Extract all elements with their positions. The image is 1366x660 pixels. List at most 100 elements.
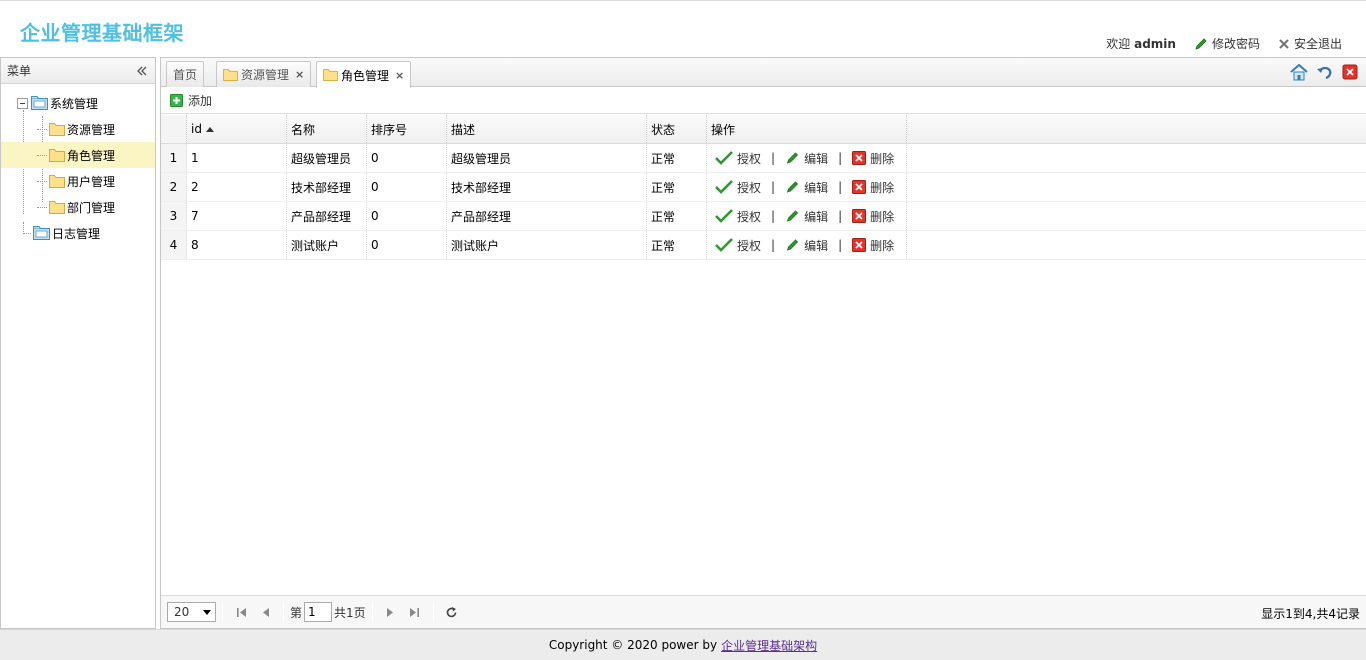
tab-label: 首页 (173, 68, 198, 82)
column-header-name[interactable]: 名称 (287, 115, 367, 143)
grant-button[interactable]: 授权 (715, 179, 761, 196)
column-header-desc[interactable]: 描述 (447, 115, 647, 143)
delete-button[interactable]: 删除 (852, 179, 894, 196)
refresh-tab-button[interactable] (1316, 64, 1334, 81)
welcome-text: 欢迎 admin (1106, 35, 1176, 52)
grant-button[interactable]: 授权 (715, 208, 761, 225)
tab-bar: 首页 资源管理 × 角色管理 × (161, 58, 1366, 88)
add-button[interactable]: 添加 (170, 92, 212, 109)
grant-label: 授权 (737, 151, 762, 166)
column-header-label: 排序号 (371, 122, 408, 137)
delete-button[interactable]: 删除 (852, 150, 894, 167)
first-page-button[interactable] (231, 602, 251, 622)
collapse-toggle-icon[interactable] (17, 97, 28, 109)
delete-button[interactable]: 删除 (852, 237, 894, 254)
check-icon (715, 151, 733, 165)
edit-button[interactable]: 编辑 (785, 208, 828, 225)
delete-label: 删除 (870, 180, 895, 195)
tree-node-label: 日志管理 (52, 226, 101, 241)
next-page-button[interactable] (381, 602, 401, 622)
edit-button[interactable]: 编辑 (785, 150, 828, 167)
cell-status: 正常 (647, 231, 707, 259)
tree-node-system[interactable]: 系统管理 (1, 90, 155, 116)
tree-node-users[interactable]: 用户管理 (1, 168, 155, 194)
welcome-prefix: 欢迎 (1106, 37, 1131, 51)
folder-icon (49, 122, 65, 136)
delete-button[interactable]: 删除 (852, 208, 894, 225)
cell-sort: 0 (367, 173, 447, 201)
column-header-id[interactable]: id (187, 115, 287, 143)
tab-roles[interactable]: 角色管理 × (316, 61, 412, 88)
next-page-icon (387, 607, 394, 617)
row-number-header (161, 115, 187, 143)
tab-home[interactable]: 首页 (166, 61, 205, 87)
close-all-tabs-button[interactable] (1342, 64, 1358, 81)
edit-label: 编辑 (804, 151, 829, 166)
tree-node-departments[interactable]: 部门管理 (1, 194, 155, 220)
row-number: 4 (161, 231, 187, 259)
tree-node-roles[interactable]: 角色管理 (1, 142, 155, 168)
cell-id: 1 (187, 144, 287, 172)
tree-node-resources[interactable]: 资源管理 (1, 116, 155, 142)
change-password-link[interactable]: 修改密码 (1194, 35, 1260, 52)
delete-label: 删除 (870, 151, 895, 166)
app-title: 企业管理基础框架 (20, 21, 184, 45)
table-row[interactable]: 4 8 测试账户 0 测试账户 正常 授权 | 编辑 | 删除 (161, 231, 1366, 260)
tab-close-icon[interactable]: × (395, 69, 404, 82)
pager: 20 第 共1页 显示1到4,共4记录 (161, 595, 1366, 628)
tree-node-label: 用户管理 (67, 174, 116, 189)
edit-button[interactable]: 编辑 (785, 237, 828, 254)
collapse-panel-button[interactable] (135, 64, 149, 78)
undo-icon (1317, 66, 1332, 80)
footer-link[interactable]: 企业管理基础架构 (721, 637, 817, 654)
footer: Copyright © 2020 power by 企业管理基础架构 (0, 629, 1366, 660)
page-prefix: 第 (290, 605, 303, 620)
tree-node-logs[interactable]: 日志管理 (1, 220, 155, 246)
edit-button[interactable]: 编辑 (785, 179, 828, 196)
table-row[interactable]: 1 1 超级管理员 0 超级管理员 正常 授权 | 编辑 | 删除 (161, 144, 1366, 173)
first-page-icon (236, 607, 246, 617)
cell-id: 8 (187, 231, 287, 259)
table-row[interactable]: 3 7 产品部经理 0 产品部经理 正常 授权 | 编辑 | 删除 (161, 202, 1366, 231)
copyright-text: Copyright © 2020 power by (548, 638, 718, 652)
action-separator: | (838, 151, 843, 165)
column-header-label: 状态 (651, 122, 676, 137)
close-icon (1279, 38, 1289, 49)
menu-header: 菜单 (1, 58, 155, 84)
column-header-status[interactable]: 状态 (647, 115, 707, 143)
cell-name: 产品部经理 (287, 202, 367, 230)
pencil-icon (1195, 37, 1207, 50)
grant-button[interactable]: 授权 (715, 237, 761, 254)
column-header-sort[interactable]: 排序号 (367, 115, 447, 143)
grant-button[interactable]: 授权 (715, 150, 761, 167)
table-row[interactable]: 2 2 技术部经理 0 技术部经理 正常 授权 | 编辑 | 删除 (161, 173, 1366, 202)
refresh-button[interactable] (442, 602, 462, 622)
cell-actions: 授权 | 编辑 | 删除 (707, 202, 907, 230)
sort-ascending-icon (205, 126, 214, 132)
previous-page-button[interactable] (255, 602, 275, 622)
logout-link[interactable]: 安全退出 (1278, 35, 1342, 52)
grant-label: 授权 (737, 209, 762, 224)
cell-actions: 授权 | 编辑 | 删除 (707, 231, 907, 259)
home-button[interactable] (1290, 64, 1308, 81)
page-number-input[interactable] (304, 602, 333, 622)
page-size-select[interactable]: 20 (167, 602, 216, 622)
menu-tree: 系统管理 资源管理 角色管理 用户管理 部门管理 日志管理 (1, 84, 155, 246)
folder-open-icon (33, 226, 50, 240)
add-label: 添加 (188, 93, 213, 108)
tree-node-label: 部门管理 (67, 200, 116, 215)
main-panel: 首页 资源管理 × 角色管理 × 添加 id 名称 排序号 描述 状态 操作 1… (160, 57, 1366, 629)
column-header-op[interactable]: 操作 (707, 115, 907, 143)
folder-icon (49, 174, 65, 188)
check-icon (715, 180, 733, 194)
app-header: 企业管理基础框架 欢迎 admin 修改密码 安全退出 (0, 0, 1366, 57)
tab-resources[interactable]: 资源管理 × (216, 61, 312, 87)
action-separator: | (771, 180, 776, 194)
last-page-button[interactable] (405, 602, 425, 622)
tab-close-icon[interactable]: × (295, 68, 304, 81)
double-chevron-left-icon (137, 66, 147, 75)
check-icon (715, 238, 733, 252)
row-number: 2 (161, 173, 187, 201)
cell-desc: 超级管理员 (447, 144, 647, 172)
cell-id: 7 (187, 202, 287, 230)
